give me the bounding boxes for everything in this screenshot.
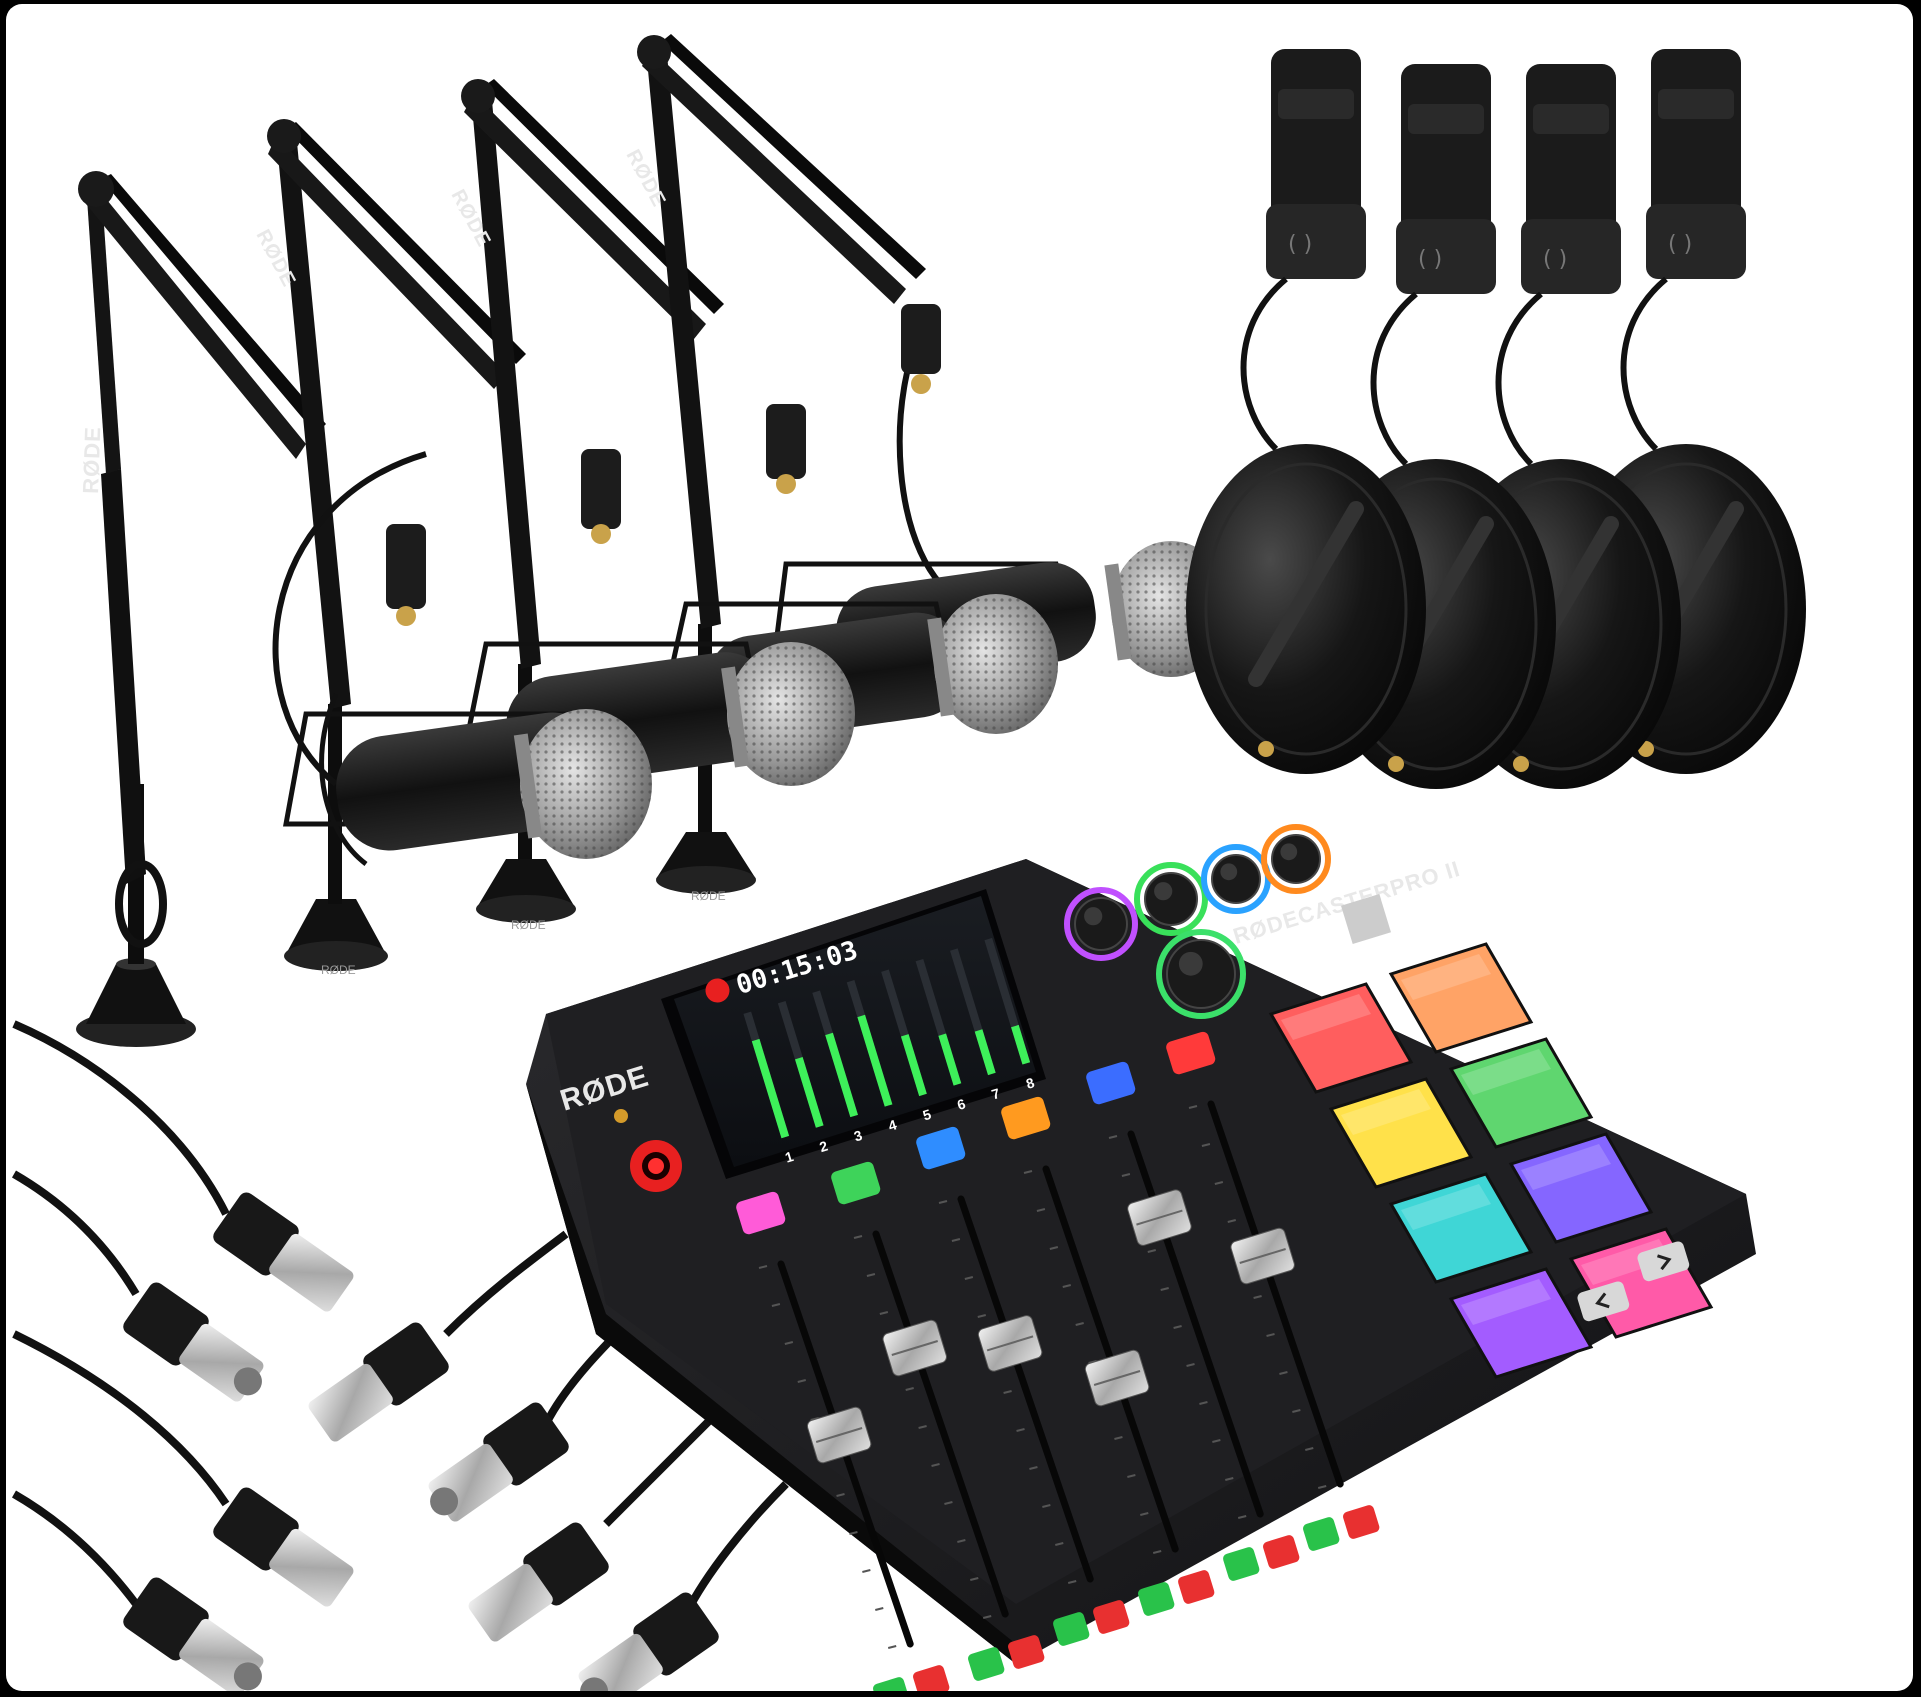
- mute-button[interactable]: [1177, 1569, 1216, 1605]
- svg-text:( ): ( ): [1668, 232, 1692, 257]
- boom-arm-group: RØDE RØDE RØDE RØDE RØDE RØDE RØDE: [76, 34, 926, 1047]
- mute-button[interactable]: [1262, 1534, 1301, 1570]
- rotary-knob[interactable]: [1156, 929, 1246, 1019]
- rodecaster-mixer: RØDE 00:15:03 12345678 RØDECASTERPRO II: [526, 824, 1756, 1691]
- listen-button[interactable]: [967, 1646, 1006, 1682]
- listen-button[interactable]: [872, 1676, 911, 1691]
- headphones: ( ): [1186, 49, 1426, 774]
- podcast-bundle-scene: RØDE RØDE RØDE RØDE RØDE RØDE RØDE ()(…: [12, 34, 1806, 1691]
- rotary-knob[interactable]: [1064, 887, 1138, 961]
- svg-text:( ): ( ): [1543, 247, 1567, 272]
- listen-button[interactable]: [1302, 1516, 1341, 1552]
- mute-button[interactable]: [912, 1664, 951, 1691]
- xlr-cable: [12, 1330, 354, 1691]
- svg-text:( ): ( ): [1418, 247, 1442, 272]
- rotary-knob[interactable]: [1134, 862, 1208, 936]
- rotary-knob[interactable]: [1201, 844, 1271, 914]
- listen-button[interactable]: [1222, 1546, 1261, 1582]
- xlr-cable: [12, 1020, 354, 1402]
- boom-arm: RØDE: [76, 171, 326, 1047]
- headphones-group: ( ) ( ) ( ) ( ): [1186, 49, 1806, 789]
- svg-text:( ): ( ): [1288, 232, 1312, 257]
- sound-pad[interactable]: [1388, 942, 1534, 1054]
- mute-button[interactable]: [1342, 1504, 1381, 1540]
- microphone-group: [272, 304, 1231, 866]
- base-logo: RØDE: [321, 963, 356, 977]
- product-photo: RØDE RØDE RØDE RØDE RØDE RØDE RØDE () (…: [6, 4, 1913, 1691]
- rotary-knob[interactable]: [1261, 824, 1331, 894]
- base-logo: RØDE: [511, 918, 546, 932]
- base-logo: RØDE: [691, 889, 726, 903]
- arm-logo: RØDE: [78, 426, 105, 494]
